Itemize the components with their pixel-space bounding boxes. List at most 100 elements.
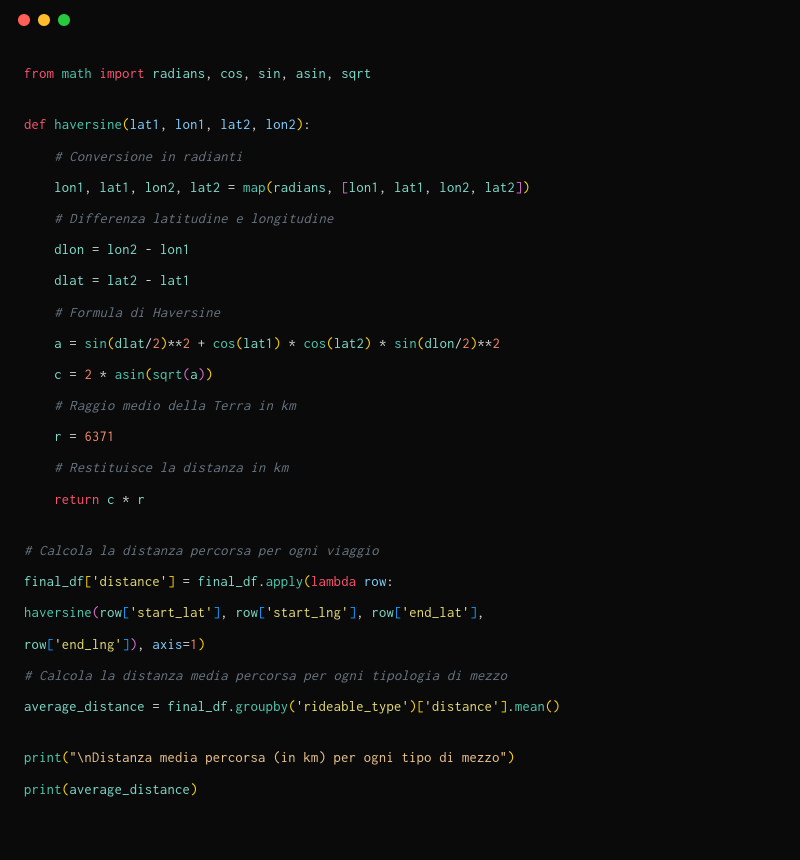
code-token: , — [424, 180, 439, 195]
code-token — [24, 149, 54, 164]
code-line[interactable]: # Formula di Haversine — [24, 297, 776, 328]
code-line[interactable]: haversine(row['start_lat'], row['start_l… — [24, 597, 776, 628]
code-line[interactable]: dlat = lat2 - lat1 — [24, 265, 776, 296]
code-line[interactable]: # Calcola la distanza percorsa per ogni … — [24, 535, 776, 566]
code-token: ) — [409, 699, 417, 714]
code-token: 'end_lng' — [54, 637, 122, 652]
code-token: return — [54, 492, 99, 507]
code-line[interactable]: r = 6371 — [24, 421, 776, 452]
code-token — [190, 336, 198, 351]
code-token: 'start_lat' — [130, 605, 213, 620]
close-icon[interactable] — [18, 14, 30, 26]
code-token: axis — [152, 637, 182, 652]
code-token: row — [364, 574, 387, 589]
code-token: cos — [220, 66, 243, 81]
code-token — [175, 574, 183, 589]
code-token: ** — [477, 336, 492, 351]
code-token: ] — [122, 637, 130, 652]
code-token: 'distance' — [92, 574, 168, 589]
code-token: # Formula di Haversine — [54, 305, 220, 320]
blank-line — [24, 515, 776, 535]
maximize-icon[interactable] — [58, 14, 70, 26]
code-token: ( — [122, 117, 130, 132]
code-token: asin — [296, 66, 326, 81]
code-token: , — [205, 117, 220, 132]
code-token: = — [69, 367, 77, 382]
code-token: 1 — [190, 637, 198, 652]
code-line[interactable]: # Calcola la distanza media percorsa per… — [24, 660, 776, 691]
code-line[interactable]: def haversine(lat1, lon1, lat2, lon2): — [24, 109, 776, 140]
code-token: , — [205, 66, 220, 81]
code-token — [84, 273, 92, 288]
code-line[interactable]: average_distance = final_df.groupby('rid… — [24, 691, 776, 722]
code-token: , — [220, 605, 235, 620]
code-token — [24, 460, 54, 475]
code-line[interactable]: c = 2 * asin(sqrt(a)) — [24, 359, 776, 390]
code-line[interactable]: lon1, lat1, lon2, lat2 = map(radians, [l… — [24, 172, 776, 203]
code-token: mean — [515, 699, 545, 714]
code-token: r — [137, 492, 145, 507]
code-line[interactable]: # Raggio medio della Terra in km — [24, 390, 776, 421]
code-token: lon1 — [160, 242, 190, 257]
code-token: , — [243, 66, 258, 81]
code-token: # Restituisce la distanza in km — [54, 460, 288, 475]
code-token: lat2 — [485, 180, 515, 195]
code-line[interactable]: row['end_lng']), axis=1) — [24, 629, 776, 660]
code-token: 2 — [152, 336, 160, 351]
code-line[interactable]: return c * r — [24, 484, 776, 515]
code-token: lon2 — [145, 180, 175, 195]
code-token: * — [100, 367, 108, 382]
code-token: , — [160, 117, 175, 132]
code-line[interactable]: # Conversione in radianti — [24, 141, 776, 172]
code-token: groupby — [235, 699, 288, 714]
code-token: ) — [190, 782, 198, 797]
code-token: row — [24, 637, 47, 652]
code-token: , — [281, 66, 296, 81]
code-token: c — [107, 492, 115, 507]
code-token: 6371 — [84, 429, 114, 444]
code-token — [24, 180, 54, 195]
code-token — [24, 492, 54, 507]
code-line[interactable]: dlon = lon2 - lon1 — [24, 234, 776, 265]
code-token: lambda — [311, 574, 356, 589]
code-token: sin — [258, 66, 281, 81]
code-token: lat1 — [394, 180, 424, 195]
code-token: 2 — [462, 336, 470, 351]
code-token: [ — [84, 574, 92, 589]
code-token: * — [122, 492, 130, 507]
code-token: asin — [115, 367, 145, 382]
code-token: haversine — [24, 605, 92, 620]
code-token: sqrt — [152, 367, 182, 382]
code-line[interactable]: print("\nDistanza media percorsa (in km)… — [24, 742, 776, 773]
code-token — [372, 336, 380, 351]
code-token: ) — [273, 336, 281, 351]
code-token: lat2 — [107, 273, 137, 288]
code-editor[interactable]: from math import radians, cos, sin, asin… — [0, 40, 800, 823]
code-line[interactable]: # Differenza latitudine e longitudine — [24, 203, 776, 234]
code-line[interactable]: # Restituisce la distanza in km — [24, 452, 776, 483]
code-token: ] — [167, 574, 175, 589]
code-token: ) — [522, 180, 530, 195]
code-token: [ — [258, 605, 266, 620]
titlebar — [0, 0, 800, 40]
code-token: print — [24, 782, 62, 797]
code-token: # Raggio medio della Terra in km — [54, 398, 296, 413]
code-token: lon2 — [107, 242, 137, 257]
code-line[interactable]: from math import radians, cos, sin, asin… — [24, 58, 776, 89]
code-token: ** — [168, 336, 183, 351]
code-token: from — [24, 66, 54, 81]
code-line[interactable]: print(average_distance) — [24, 774, 776, 805]
code-line[interactable]: final_df['distance'] = final_df.apply(la… — [24, 566, 776, 597]
code-token: = — [152, 699, 160, 714]
code-token: ) — [205, 367, 213, 382]
code-token: dlat — [115, 336, 145, 351]
code-token: = — [69, 429, 77, 444]
minimize-icon[interactable] — [38, 14, 50, 26]
code-token: lon1 — [54, 180, 84, 195]
blank-line — [24, 722, 776, 742]
code-token: . — [258, 574, 266, 589]
code-token: ) — [160, 336, 168, 351]
code-line[interactable]: a = sin(dlat/2)**2 + cos(lat1) * cos(lat… — [24, 328, 776, 359]
code-token: 2 — [492, 336, 500, 351]
code-token: lat1 — [160, 273, 190, 288]
